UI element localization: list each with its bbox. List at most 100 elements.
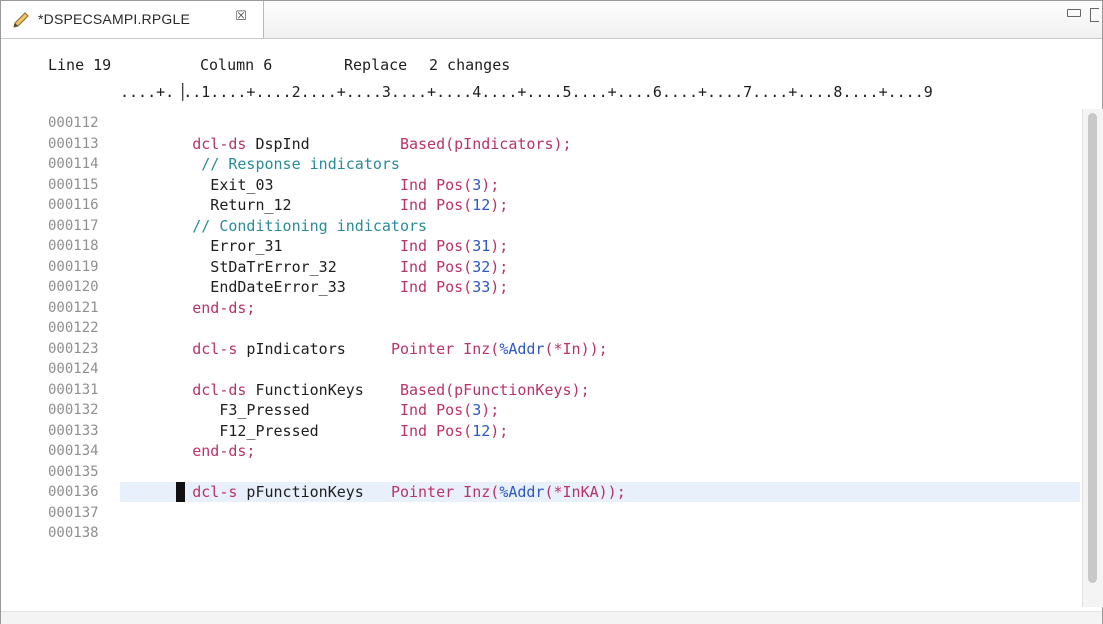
status-line-number: Line 19 [48, 56, 112, 74]
code-token: Ind Pos( [399, 237, 473, 255]
code-editor[interactable]: 000112 000113 dcl-ds DspInd Based(pIndica… [1, 109, 1081, 609]
code-token: Ind Pos( [399, 175, 473, 194]
code-token: Based(pFunctionKeys); [399, 380, 590, 399]
code-line[interactable] [120, 359, 1080, 379]
code-token: Ind Pos( [399, 257, 473, 276]
code-line[interactable]: Exit_03 Ind Pos(3); [120, 175, 1080, 195]
code-token: dcl-s [192, 339, 238, 358]
code-line[interactable]: StDaTrError_32 Ind Pos(32); [120, 257, 1080, 277]
line-number: 000119 [48, 258, 99, 275]
code-line[interactable]: dcl-s pFunctionKeys Pointer Inz(%Addr(*I… [120, 482, 1080, 502]
code-token: Error_31 [120, 237, 400, 255]
code-token: 12 [472, 421, 491, 440]
line-number: 000115 [48, 176, 99, 193]
code-token: StDaTrError_32 [120, 257, 400, 276]
code-token: Pointer Inz( [390, 483, 500, 501]
code-token: 3 [472, 175, 482, 194]
code-token: 33 [472, 278, 491, 296]
code-token: ); [490, 257, 509, 276]
status-mode: Replace [344, 56, 408, 74]
code-line[interactable]: Return_12 Ind Pos(12); [120, 195, 1080, 215]
tab-dspecsampl[interactable]: *DSPECSAMPI.RPGLE ☒ [1, 1, 264, 38]
horizontal-scrollbar[interactable] [1, 611, 1102, 624]
code-token: // Response indicators [201, 155, 400, 173]
code-token: Pointer Inz( [390, 339, 500, 358]
close-icon[interactable]: ☒ [233, 9, 249, 25]
code-line[interactable]: dcl-s pIndicators Pointer Inz(%Addr(*In)… [120, 339, 1080, 359]
code-token: ); [490, 278, 509, 296]
pencil-icon [11, 10, 31, 30]
code-token: dcl-ds [192, 380, 247, 399]
code-token: 32 [472, 257, 491, 276]
code-token: dcl-s [192, 483, 238, 501]
scrollbar-thumb[interactable] [1088, 113, 1097, 583]
code-token: (*InKA)); [544, 483, 626, 501]
editor-status-line: Line 19 Column 6 Replace 2 changes [1, 56, 1102, 76]
code-token: Exit_03 [120, 175, 400, 194]
code-token: (*In)); [544, 339, 608, 358]
code-token: Return_12 [120, 196, 400, 214]
line-number: 000120 [48, 279, 99, 295]
line-number: 000116 [48, 197, 99, 213]
code-token: F3_Pressed [120, 401, 400, 419]
minimize-icon[interactable] [1067, 9, 1081, 17]
code-token: EndDateError_33 [120, 278, 400, 296]
editor-window: *DSPECSAMPI.RPGLE ☒ Line 19 Column 6 Rep… [0, 0, 1103, 624]
status-changes: 2 changes [429, 56, 511, 74]
code-token: 3 [472, 401, 482, 419]
code-line[interactable] [120, 462, 1080, 482]
line-number: 000121 [48, 299, 99, 316]
code-line[interactable]: dcl-ds FunctionKeys Based(pFunctionKeys)… [120, 380, 1080, 400]
code-token: DspInd [246, 134, 400, 153]
status-column: Column 6 [200, 56, 273, 74]
text-cursor [176, 482, 185, 502]
code-token: 31 [472, 237, 491, 255]
code-line[interactable] [120, 503, 1080, 523]
code-token: Ind Pos( [399, 278, 473, 296]
vertical-scrollbar[interactable] [1082, 109, 1103, 607]
code-token: pIndicators [237, 339, 391, 358]
code-line[interactable] [120, 318, 1080, 338]
maximize-icon[interactable] [1090, 8, 1099, 22]
line-number: 000122 [48, 320, 99, 336]
code-line[interactable]: // Response indicators [120, 154, 1080, 174]
code-token: pFunctionKeys [237, 483, 391, 501]
code-line[interactable]: // Conditioning indicators [120, 216, 1080, 236]
code-token: ); [490, 196, 509, 214]
code-token: // Conditioning indicators [192, 216, 428, 235]
code-token: ); [490, 421, 509, 440]
code-line[interactable]: EndDateError_33 Ind Pos(33); [120, 277, 1080, 297]
code-line[interactable]: F3_Pressed Ind Pos(3); [120, 400, 1080, 420]
code-token: ); [481, 401, 500, 419]
line-number: 000138 [48, 525, 99, 541]
code-line[interactable] [120, 523, 1080, 543]
code-token: dcl-ds [192, 134, 247, 153]
column-ruler: ....+.▕..1....+....2....+....3....+....4… [120, 83, 933, 101]
code-line[interactable]: F12_Pressed Ind Pos(12); [120, 421, 1080, 441]
code-token: ); [481, 175, 500, 194]
line-number: 000134 [48, 443, 99, 459]
code-line[interactable]: Error_31 Ind Pos(31); [120, 236, 1080, 256]
line-number: 000118 [48, 238, 99, 254]
code-line[interactable] [120, 113, 1080, 133]
line-number: 000114 [48, 156, 99, 172]
code-line[interactable]: end-ds; [120, 441, 1080, 461]
code-token: FunctionKeys [246, 380, 400, 399]
code-token: %Addr [499, 483, 545, 501]
line-number: 000135 [48, 463, 99, 480]
line-number: 000136 [48, 484, 99, 500]
line-number: 000117 [48, 217, 99, 234]
code-token: 12 [472, 196, 491, 214]
code-token: Based(pIndicators); [399, 134, 572, 153]
line-number: 000133 [48, 422, 99, 439]
line-number: 000112 [48, 115, 99, 131]
line-number: 000132 [48, 402, 99, 418]
code-token: Ind Pos( [399, 421, 473, 440]
code-line[interactable]: dcl-ds DspInd Based(pIndicators); [120, 134, 1080, 154]
code-line[interactable]: end-ds; [120, 298, 1080, 318]
tab-bar: *DSPECSAMPI.RPGLE ☒ [1, 1, 1102, 39]
